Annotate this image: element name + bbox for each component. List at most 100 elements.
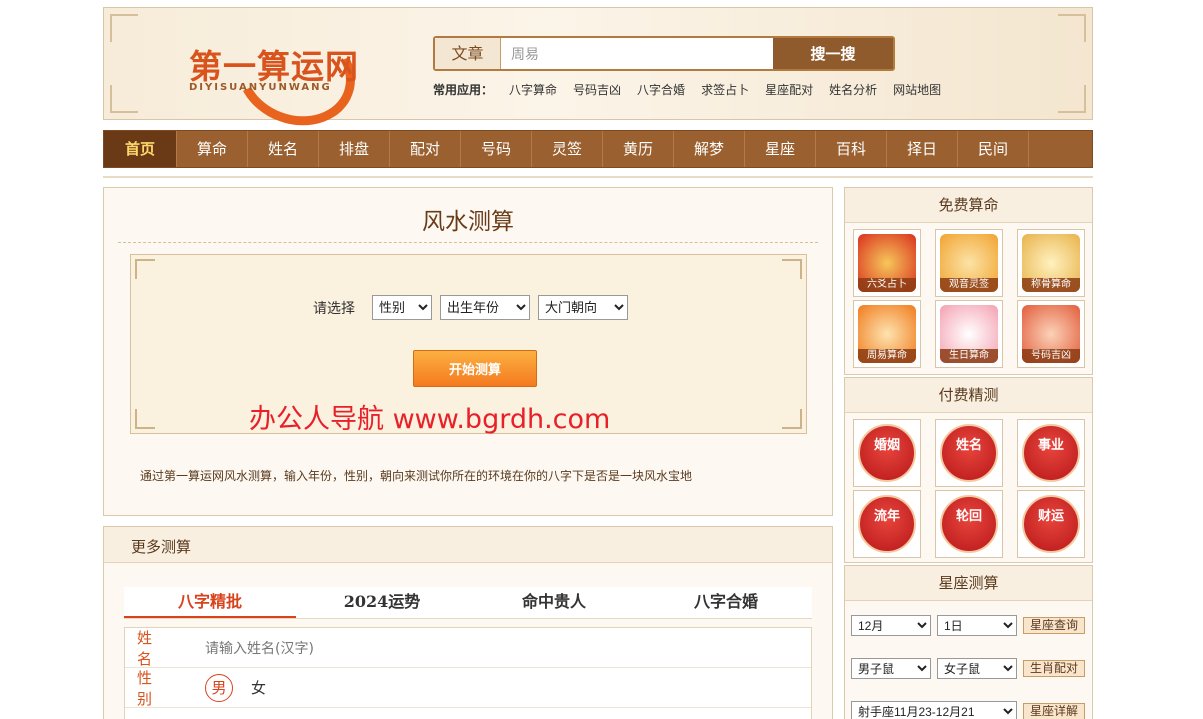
header-corner-ornament (110, 14, 138, 42)
quick-link-sitemap[interactable]: 网站地图 (893, 81, 941, 98)
door-direction-select[interactable]: 大门朝向 (538, 295, 628, 320)
free-fortune-title: 免费算命 (845, 188, 1092, 223)
gender-select[interactable]: 性别 (372, 295, 432, 320)
free-item-birthday[interactable]: 生日算命 (935, 300, 1003, 368)
name-row: 姓名 请输入姓名(汉字) (125, 628, 811, 668)
career-icon: 事业 (1022, 424, 1080, 482)
nav-item-date-select[interactable]: 择日 (887, 131, 958, 167)
more-calc-header: 更多测算 (104, 527, 832, 563)
tile-caption: 六爻占卜 (858, 278, 916, 292)
tab-bazi-detail[interactable]: 八字精批 (124, 587, 296, 618)
paid-item-label: 财运 (1037, 509, 1064, 524)
fengshui-select-row: 请选择 性别 出生年份 大门朝向 (313, 295, 636, 320)
search-category-select[interactable]: 文章 (435, 38, 501, 69)
nav-item-encyclopedia[interactable]: 百科 (816, 131, 887, 167)
name-input[interactable]: 请输入姓名(汉字) (205, 638, 314, 658)
nav-item-fortune[interactable]: 算命 (177, 131, 248, 167)
nav-item-folk[interactable]: 民间 (958, 131, 1029, 167)
paid-item-label: 婚姻 (873, 438, 900, 453)
nav-item-lottery[interactable]: 灵签 (532, 131, 603, 167)
paid-item-marriage[interactable]: 婚姻 (853, 419, 921, 487)
free-fortune-grid: 六爻占卜 观音灵签 称骨算命 周易算命 生日算命 号码吉凶 (845, 223, 1092, 368)
zodiac-match-row: 男子鼠 女子鼠 生肖配对 (851, 658, 1092, 679)
quick-link-zodiac-match[interactable]: 星座配对 (765, 81, 813, 98)
tile-caption: 生日算命 (940, 349, 998, 363)
main-nav: 首页 算命 姓名 排盘 配对 号码 灵签 黄历 解梦 星座 百科 择日 民间 (103, 130, 1093, 168)
month-select[interactable]: 12月 (851, 615, 931, 636)
paid-item-career[interactable]: 事业 (1017, 419, 1085, 487)
sign-detail-row: 射手座11月23-12月21 星座详解 (851, 701, 1092, 719)
nav-item-almanac[interactable]: 黄历 (603, 131, 674, 167)
marriage-icon: 婚姻 (858, 424, 916, 482)
fengshui-form-box: 请选择 性别 出生年份 大门朝向 开始测算 办公人导航 www.bgrdh.co… (130, 254, 807, 435)
birth-year-select[interactable]: 出生年份 (440, 295, 530, 320)
sign-select[interactable]: 射手座11月23-12月21 (851, 701, 1017, 719)
name-label: 姓名 (137, 628, 179, 668)
quick-link-number[interactable]: 号码吉凶 (573, 81, 621, 98)
free-item-zhouyi[interactable]: 周易算命 (853, 300, 921, 368)
nav-item-dream[interactable]: 解梦 (674, 131, 745, 167)
nav-item-home[interactable]: 首页 (104, 131, 177, 167)
female-zodiac-select[interactable]: 女子鼠 (937, 658, 1017, 679)
divider (118, 242, 818, 243)
nav-item-chart[interactable]: 排盘 (319, 131, 390, 167)
corner-ornament (135, 409, 155, 429)
logo-subtitle: DIYISUANYUNWANG (189, 82, 332, 93)
quick-link-marriage[interactable]: 八字合婚 (637, 81, 685, 98)
select-label: 请选择 (313, 300, 355, 317)
male-zodiac-select[interactable]: 男子鼠 (851, 658, 931, 679)
corner-ornament (782, 409, 802, 429)
more-calc-tabs: 八字精批 2024运势 命中贵人 八字合婚 (124, 587, 812, 619)
constellation-title: 星座测算 (845, 566, 1092, 601)
watermark-text: 办公人导航 www.bgrdh.com (249, 404, 611, 435)
tab-bazi-marriage[interactable]: 八字合婚 (640, 587, 812, 618)
gender-male-option[interactable]: 男 (205, 673, 233, 702)
sign-detail-button[interactable]: 星座详解 (1023, 703, 1086, 719)
tile-caption: 观音灵签 (940, 278, 998, 292)
paid-item-wealth[interactable]: 财运 (1017, 490, 1085, 558)
paid-item-yearly[interactable]: 流年 (853, 490, 921, 558)
header-corner-ornament (110, 85, 138, 113)
paid-item-label: 姓名 (955, 438, 982, 453)
start-calc-button[interactable]: 开始测算 (413, 350, 537, 387)
nav-item-number[interactable]: 号码 (461, 131, 532, 167)
more-calc-panel: 更多测算 八字精批 2024运势 命中贵人 八字合婚 姓名 请输入姓名(汉字) … (103, 526, 833, 719)
quick-link-name-analysis[interactable]: 姓名分析 (829, 81, 877, 98)
fengshui-panel: 风水测算 请选择 性别 出生年份 大门朝向 开始测算 办公人导航 www.bgr… (103, 187, 833, 516)
tab-2024-fortune[interactable]: 2024运势 (296, 587, 468, 618)
day-select[interactable]: 1日 (937, 615, 1017, 636)
search-button[interactable]: 搜一搜 (773, 38, 893, 69)
tile-caption: 号码吉凶 (1022, 349, 1080, 363)
logo-title: 第一算运网 (189, 47, 359, 86)
free-item-bone-weight[interactable]: 称骨算命 (1017, 229, 1085, 297)
header-corner-ornament (1058, 14, 1086, 42)
nav-item-name[interactable]: 姓名 (248, 131, 319, 167)
gender-female-option[interactable]: 女 (251, 677, 266, 698)
free-item-guanyin[interactable]: 观音灵签 (935, 229, 1003, 297)
paid-item-name[interactable]: 姓名 (935, 419, 1003, 487)
site-logo[interactable]: 第一算运网 DIYISUANYUNWANG (184, 6, 370, 142)
search-input[interactable] (501, 38, 773, 69)
reincarnation-icon: 轮回 (940, 495, 998, 553)
free-item-liuyao[interactable]: 六爻占卜 (853, 229, 921, 297)
nav-item-match[interactable]: 配对 (390, 131, 461, 167)
paid-fortune-grid: 婚姻 姓名 事业 流年 轮回 财运 (845, 413, 1092, 558)
gender-row: 性别 男 女 (125, 668, 811, 708)
gender-label: 性别 (137, 668, 179, 708)
corner-ornament (782, 259, 802, 279)
yearly-icon: 流年 (858, 495, 916, 553)
quick-link-divination[interactable]: 求签占卜 (701, 81, 749, 98)
quick-link-bazi[interactable]: 八字算命 (509, 81, 557, 98)
fengshui-description: 通过第一算运网风水测算，输入年份，性别，朝向来测试你所在的环境在你的八字下是否是… (140, 469, 693, 483)
nav-item-constellation[interactable]: 星座 (745, 131, 816, 167)
constellation-query-row: 12月 1日 星座查询 (851, 615, 1092, 636)
zodiac-match-button[interactable]: 生肖配对 (1023, 660, 1086, 677)
free-item-number[interactable]: 号码吉凶 (1017, 300, 1085, 368)
page-title: 风水测算 (422, 209, 514, 235)
tile-caption: 周易算命 (858, 349, 916, 363)
paid-fortune-title: 付费精测 (845, 378, 1092, 413)
constellation-query-button[interactable]: 星座查询 (1023, 617, 1086, 634)
tile-caption: 称骨算命 (1022, 278, 1080, 292)
tab-noble-person[interactable]: 命中贵人 (468, 587, 640, 618)
paid-item-reincarnation[interactable]: 轮回 (935, 490, 1003, 558)
